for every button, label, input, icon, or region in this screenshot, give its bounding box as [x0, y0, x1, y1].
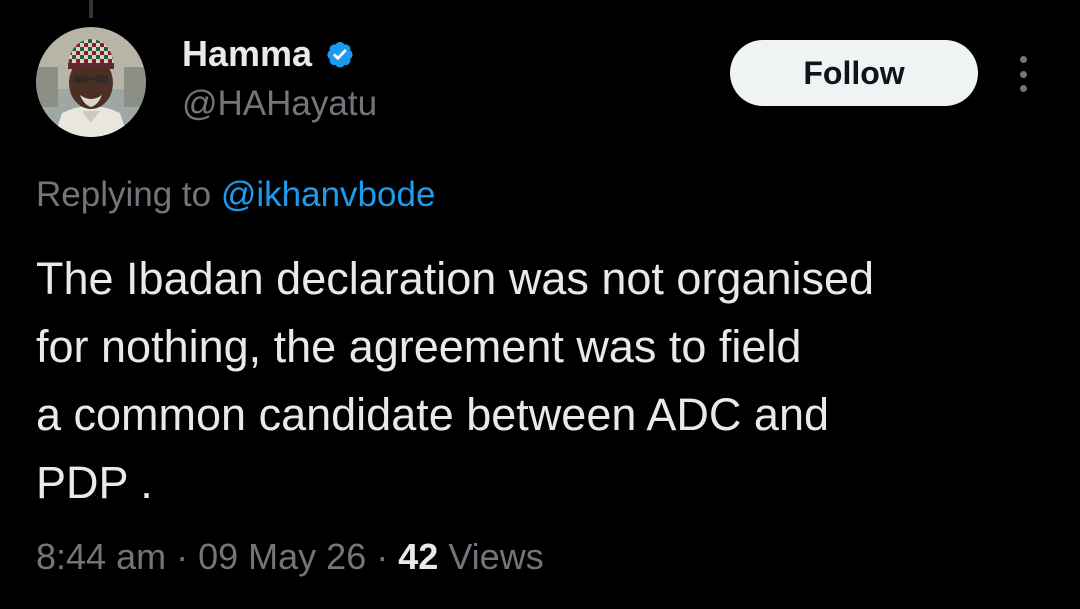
more-vertical-icon[interactable]	[1012, 56, 1034, 92]
tweet-date[interactable]: 09 May 26	[198, 536, 366, 577]
meta-separator: ·	[176, 536, 189, 577]
tweet-meta: 8:44 am · 09 May 26 · 42 Views	[36, 536, 544, 578]
avatar[interactable]	[36, 27, 146, 137]
views-count[interactable]: 42	[398, 536, 438, 577]
more-dot	[1019, 70, 1027, 78]
views-label: Views	[448, 536, 544, 577]
replying-to-line: Replying to @ikhanvbode	[36, 175, 436, 215]
tweet-time[interactable]: 8:44 am	[36, 536, 166, 577]
follow-button[interactable]: Follow	[730, 40, 978, 106]
author-display-name[interactable]: Hamma	[182, 36, 312, 72]
reply-mention-link[interactable]: @ikhanvbode	[221, 175, 436, 214]
author-name-row: Hamma	[182, 36, 358, 72]
user-avatar-photo-icon	[36, 27, 146, 137]
verified-badge-icon[interactable]	[322, 36, 358, 72]
more-dot	[1019, 56, 1027, 63]
replying-to-label: Replying to	[36, 175, 212, 214]
more-dot	[1019, 85, 1027, 92]
tweet-text: The Ibadan declaration was not organised…	[36, 253, 875, 508]
meta-separator: ·	[376, 536, 389, 577]
author-handle[interactable]: @HAHayatu	[182, 86, 377, 121]
thread-connector-line	[89, 0, 93, 18]
